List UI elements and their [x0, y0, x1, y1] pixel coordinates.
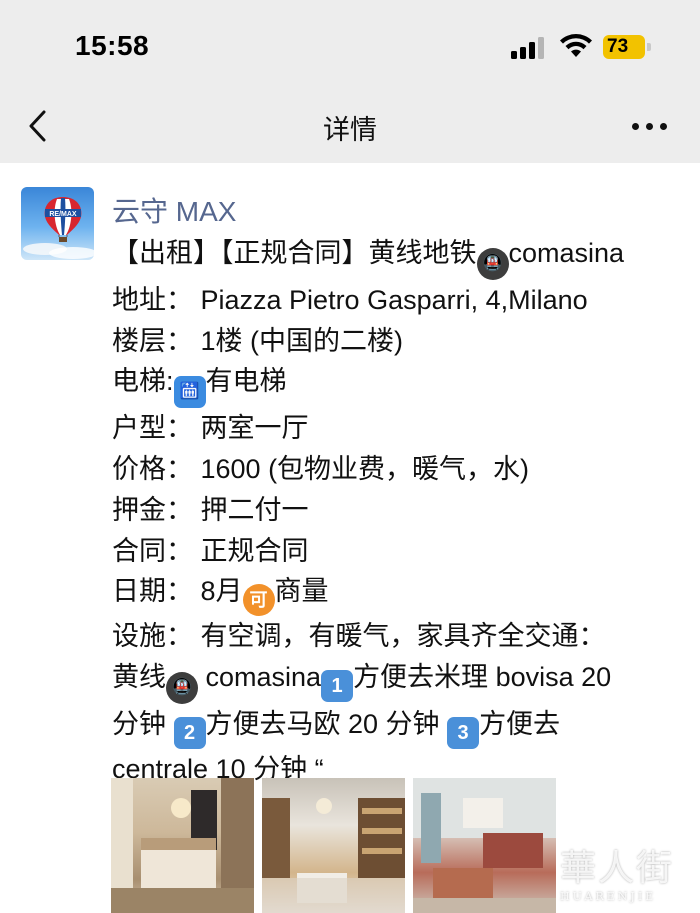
elevator-icon: 🛗: [173, 376, 206, 409]
status-time: 15:58: [75, 30, 150, 61]
photo-bedroom-1[interactable]: [111, 778, 254, 913]
svg-text:RE/MAX: RE/MAX: [49, 211, 77, 218]
post-line-transport-1: 黄线 🚇 comasina 1 方便去米理 bovisa 20: [112, 657, 692, 704]
battery-icon: 73: [603, 35, 651, 59]
balloon-logo-icon: RE/MAX: [23, 197, 94, 259]
post-line-address: 地址： Piazza Pietro Gasparri, 4,Milano: [112, 285, 588, 315]
author-name[interactable]: 云守 MAX: [112, 190, 236, 230]
number-one-icon: 1: [321, 669, 354, 702]
post-line-transport-2: 分钟 2 方便去马欧 20 分钟 3 方便去: [112, 704, 692, 749]
watermark: 華人街 HUARENJIE: [560, 848, 675, 903]
number-two-icon: 2: [173, 716, 206, 749]
post-line-deposit: 押金： 押二付一: [112, 494, 309, 525]
post-line-elevator: 电梯: 🛗 有电梯: [112, 361, 692, 409]
post-content: 【出租】【正规合同】黄线地铁 🚇 comasina 地址： Piazza Pietr…: [112, 233, 692, 790]
metro-icon: 🚇: [476, 248, 509, 280]
battery-percent: 73: [607, 36, 629, 57]
more-icon[interactable]: [628, 114, 672, 138]
post-line-date: 日期： 8月可商量: [112, 571, 692, 617]
post-line-contract: 合同： 正规合同: [112, 535, 309, 566]
cellular-signal-icon: [511, 37, 547, 59]
number-three-icon: 3: [447, 716, 480, 749]
post-line-price: 价格： 1600 (包物业费，暖气，水): [112, 454, 530, 485]
post-line-title: 【出租】【正规合同】黄线地铁 🚇 comasina: [112, 233, 692, 280]
negotiable-icon: 可: [242, 584, 275, 617]
nav-bar: 详情: [0, 88, 700, 163]
post-line-floor: 楼层： 1楼 (中国的二楼): [112, 325, 404, 356]
post-line-facilities: 设施： 有空调，有暖气，家具齐全交通：: [112, 621, 606, 652]
status-bar: 15:58 73: [0, 0, 700, 88]
photo-living-room[interactable]: [262, 778, 405, 913]
post-line-layout: 户型： 两室一厅: [112, 413, 309, 444]
wifi-icon: [560, 34, 592, 57]
page-title: 详情: [323, 115, 377, 145]
photo-bedroom-2[interactable]: [413, 778, 556, 913]
metro-icon: 🚇: [166, 671, 198, 704]
avatar[interactable]: RE/MAX: [21, 187, 94, 260]
